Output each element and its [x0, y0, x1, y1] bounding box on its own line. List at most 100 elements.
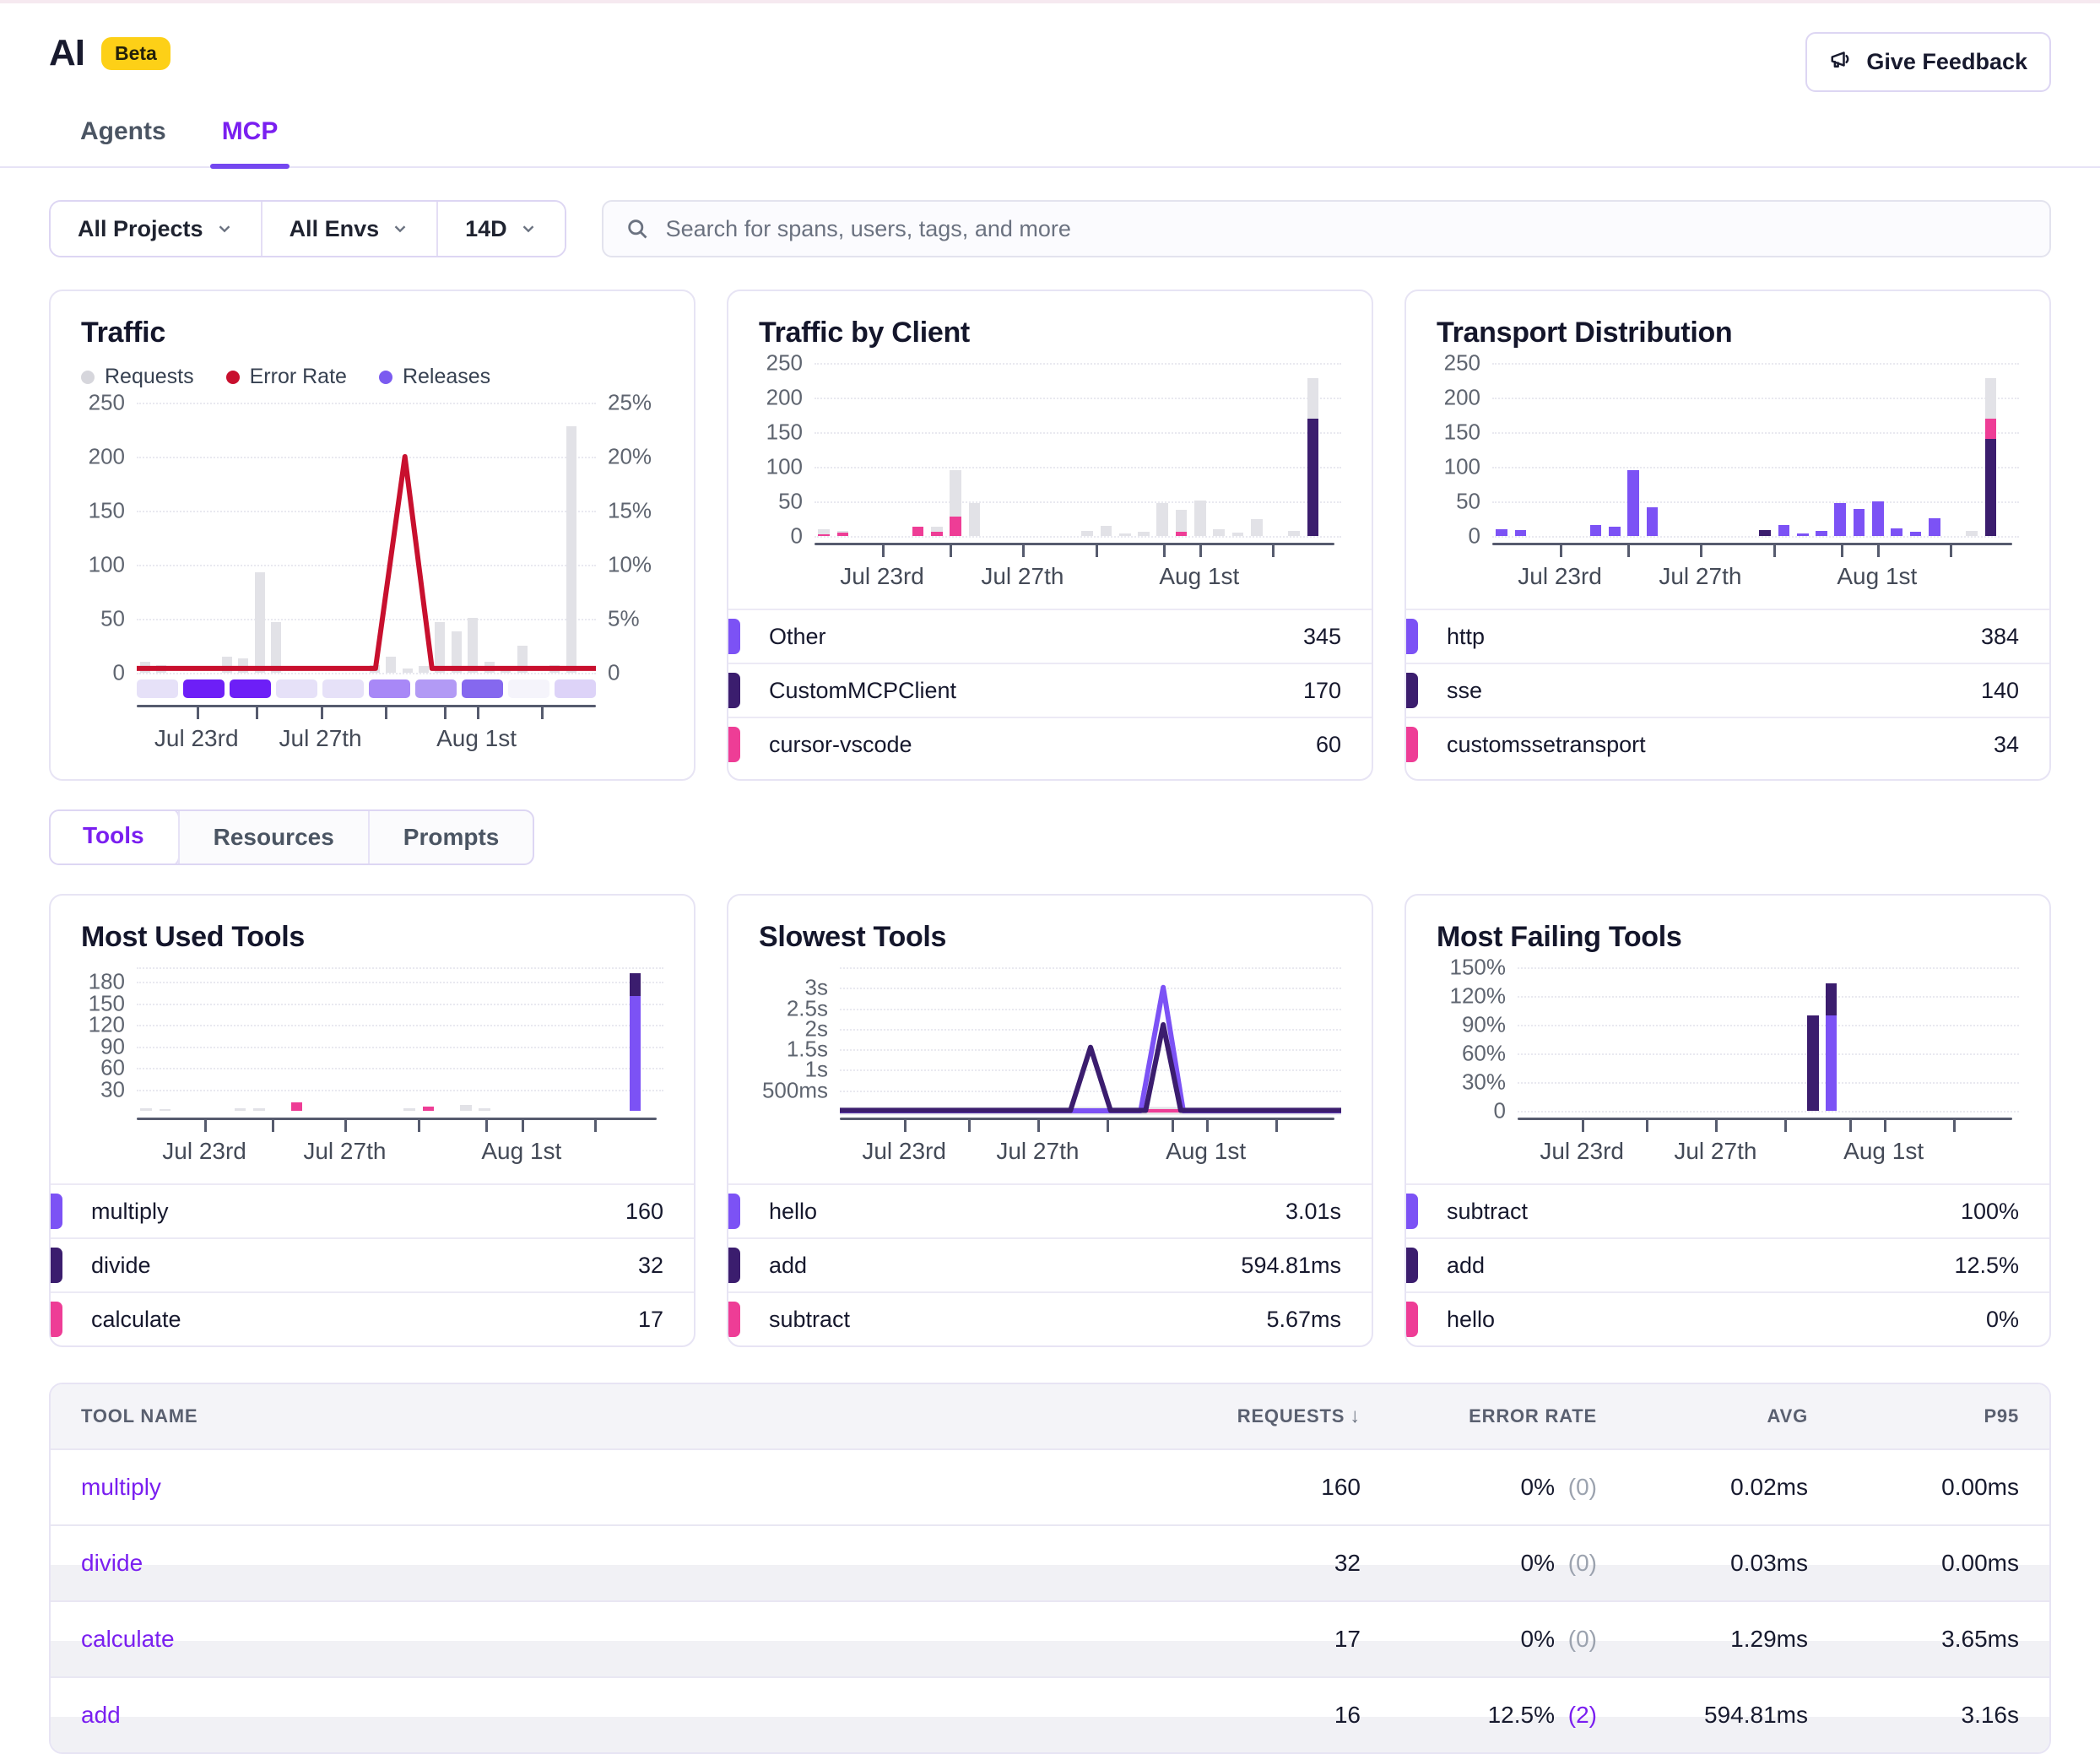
release-band[interactable] — [369, 679, 410, 698]
release-band[interactable] — [462, 679, 503, 698]
table-row[interactable]: calculate170% (0)1.29ms3.65ms — [51, 1600, 2049, 1676]
legend-item-requests[interactable]: Requests — [81, 365, 194, 389]
bar-segment[interactable] — [1985, 419, 1997, 440]
bar-segment[interactable] — [931, 527, 943, 532]
bar-segment[interactable] — [1891, 528, 1902, 536]
tab-resources[interactable]: Resources — [178, 811, 368, 863]
legend-item-releases[interactable]: Releases — [379, 365, 490, 389]
bar-segment[interactable] — [1138, 532, 1150, 536]
legend-list-item[interactable]: hello0% — [1406, 1291, 2049, 1345]
bar-segment[interactable] — [1966, 531, 1978, 536]
legend-list-item[interactable]: sse140 — [1406, 663, 2049, 717]
bar-segment[interactable] — [1156, 503, 1168, 536]
bar-segment[interactable] — [969, 503, 981, 536]
col-error-rate[interactable]: ERROR RATE — [1361, 1405, 1597, 1427]
bar-segment[interactable] — [1778, 525, 1790, 536]
legend-list-item[interactable]: Other345 — [728, 609, 1372, 663]
bar-segment[interactable] — [1081, 531, 1093, 536]
release-band[interactable] — [230, 679, 271, 698]
bar-segment[interactable] — [1176, 532, 1188, 536]
bar-segment[interactable] — [1826, 1015, 1837, 1111]
bar-segment[interactable] — [140, 1108, 152, 1111]
release-band[interactable] — [555, 679, 596, 698]
search-bar[interactable] — [602, 200, 2051, 257]
legend-list-item[interactable]: divide32 — [51, 1237, 694, 1291]
table-row[interactable]: add1612.5% (2)594.81ms3.16s — [51, 1676, 2049, 1752]
tool-name-link[interactable]: add — [81, 1702, 1166, 1729]
bar-segment[interactable] — [950, 470, 961, 517]
bar-segment[interactable] — [1797, 533, 1809, 536]
bar-segment[interactable] — [1826, 983, 1837, 1015]
tab-mcp[interactable]: MCP — [222, 117, 279, 166]
tab-agents[interactable]: Agents — [80, 117, 166, 166]
release-band[interactable] — [276, 679, 317, 698]
legend-list-item[interactable]: CustomMCPClient170 — [728, 663, 1372, 717]
date-range-dropdown[interactable]: 14D — [436, 202, 565, 256]
bar-segment[interactable] — [1251, 519, 1263, 537]
release-band[interactable] — [415, 679, 457, 698]
bar-segment[interactable] — [479, 1108, 490, 1111]
bar-segment[interactable] — [1176, 510, 1188, 532]
bar-segment[interactable] — [1496, 529, 1507, 536]
bar-segment[interactable] — [403, 1108, 415, 1111]
bar-segment[interactable] — [630, 973, 641, 996]
legend-list-item[interactable]: multiply160 — [51, 1183, 694, 1237]
bar-segment[interactable] — [1101, 526, 1112, 536]
tool-name-link[interactable]: calculate — [81, 1626, 1166, 1653]
bar-segment[interactable] — [253, 1108, 265, 1111]
bar-segment[interactable] — [1213, 529, 1225, 536]
legend-list-item[interactable]: cursor-vscode60 — [728, 717, 1372, 771]
bar-segment[interactable] — [1807, 1015, 1818, 1111]
bar-segment[interactable] — [912, 527, 924, 536]
col-tool-name[interactable]: TOOL NAME — [81, 1405, 1166, 1427]
legend-item-error-rate[interactable]: Error Rate — [226, 365, 347, 389]
bar-segment[interactable] — [1194, 501, 1206, 536]
tool-name-link[interactable]: divide — [81, 1550, 1166, 1577]
bar-segment[interactable] — [423, 1107, 435, 1111]
bar-segment[interactable] — [160, 1109, 171, 1111]
legend-list-item[interactable]: add594.81ms — [728, 1237, 1372, 1291]
release-band[interactable] — [183, 679, 225, 698]
bar-segment[interactable] — [291, 1102, 303, 1111]
bar-segment[interactable] — [460, 1105, 472, 1111]
tool-name-link[interactable]: multiply — [81, 1474, 1166, 1501]
envs-filter-dropdown[interactable]: All Envs — [261, 202, 437, 256]
table-row[interactable]: divide320% (0)0.03ms0.00ms — [51, 1524, 2049, 1600]
release-band[interactable] — [508, 679, 549, 698]
bar-segment[interactable] — [1985, 378, 1997, 419]
bar-segment[interactable] — [1834, 503, 1846, 536]
bar-segment[interactable] — [1307, 419, 1319, 536]
legend-list-item[interactable]: http384 — [1406, 609, 2049, 663]
bar-segment[interactable] — [1985, 439, 1997, 536]
bar-segment[interactable] — [1288, 531, 1300, 536]
tab-tools[interactable]: Tools — [49, 809, 178, 865]
legend-list-item[interactable]: subtract5.67ms — [728, 1291, 1372, 1345]
bar-segment[interactable] — [950, 517, 961, 536]
bar-segment[interactable] — [1307, 378, 1319, 419]
bar-segment[interactable] — [1816, 531, 1827, 536]
bar-segment[interactable] — [1647, 507, 1659, 536]
bar-segment[interactable] — [837, 533, 849, 536]
bar-segment[interactable] — [1119, 533, 1131, 536]
bar-segment[interactable] — [1627, 470, 1639, 536]
bar-segment[interactable] — [1854, 509, 1865, 536]
bar-segment[interactable] — [630, 996, 641, 1111]
bar-segment[interactable] — [818, 529, 830, 534]
bar-segment[interactable] — [837, 531, 849, 533]
col-avg[interactable]: AVG — [1597, 1405, 1808, 1427]
bar-segment[interactable] — [1590, 525, 1602, 536]
bar-segment[interactable] — [1872, 501, 1884, 536]
bar-segment[interactable] — [235, 1108, 246, 1111]
release-band[interactable] — [137, 679, 178, 698]
release-band[interactable] — [322, 679, 364, 698]
bar-segment[interactable] — [931, 532, 943, 536]
bar-segment[interactable] — [1759, 530, 1771, 536]
legend-list-item[interactable]: subtract100% — [1406, 1183, 2049, 1237]
legend-list-item[interactable]: hello3.01s — [728, 1183, 1372, 1237]
give-feedback-button[interactable]: Give Feedback — [1805, 32, 2051, 92]
projects-filter-dropdown[interactable]: All Projects — [51, 202, 261, 256]
bar-segment[interactable] — [1515, 530, 1527, 536]
search-input[interactable] — [664, 215, 2027, 243]
bar-segment[interactable] — [1232, 533, 1244, 536]
bar-segment[interactable] — [818, 534, 830, 536]
